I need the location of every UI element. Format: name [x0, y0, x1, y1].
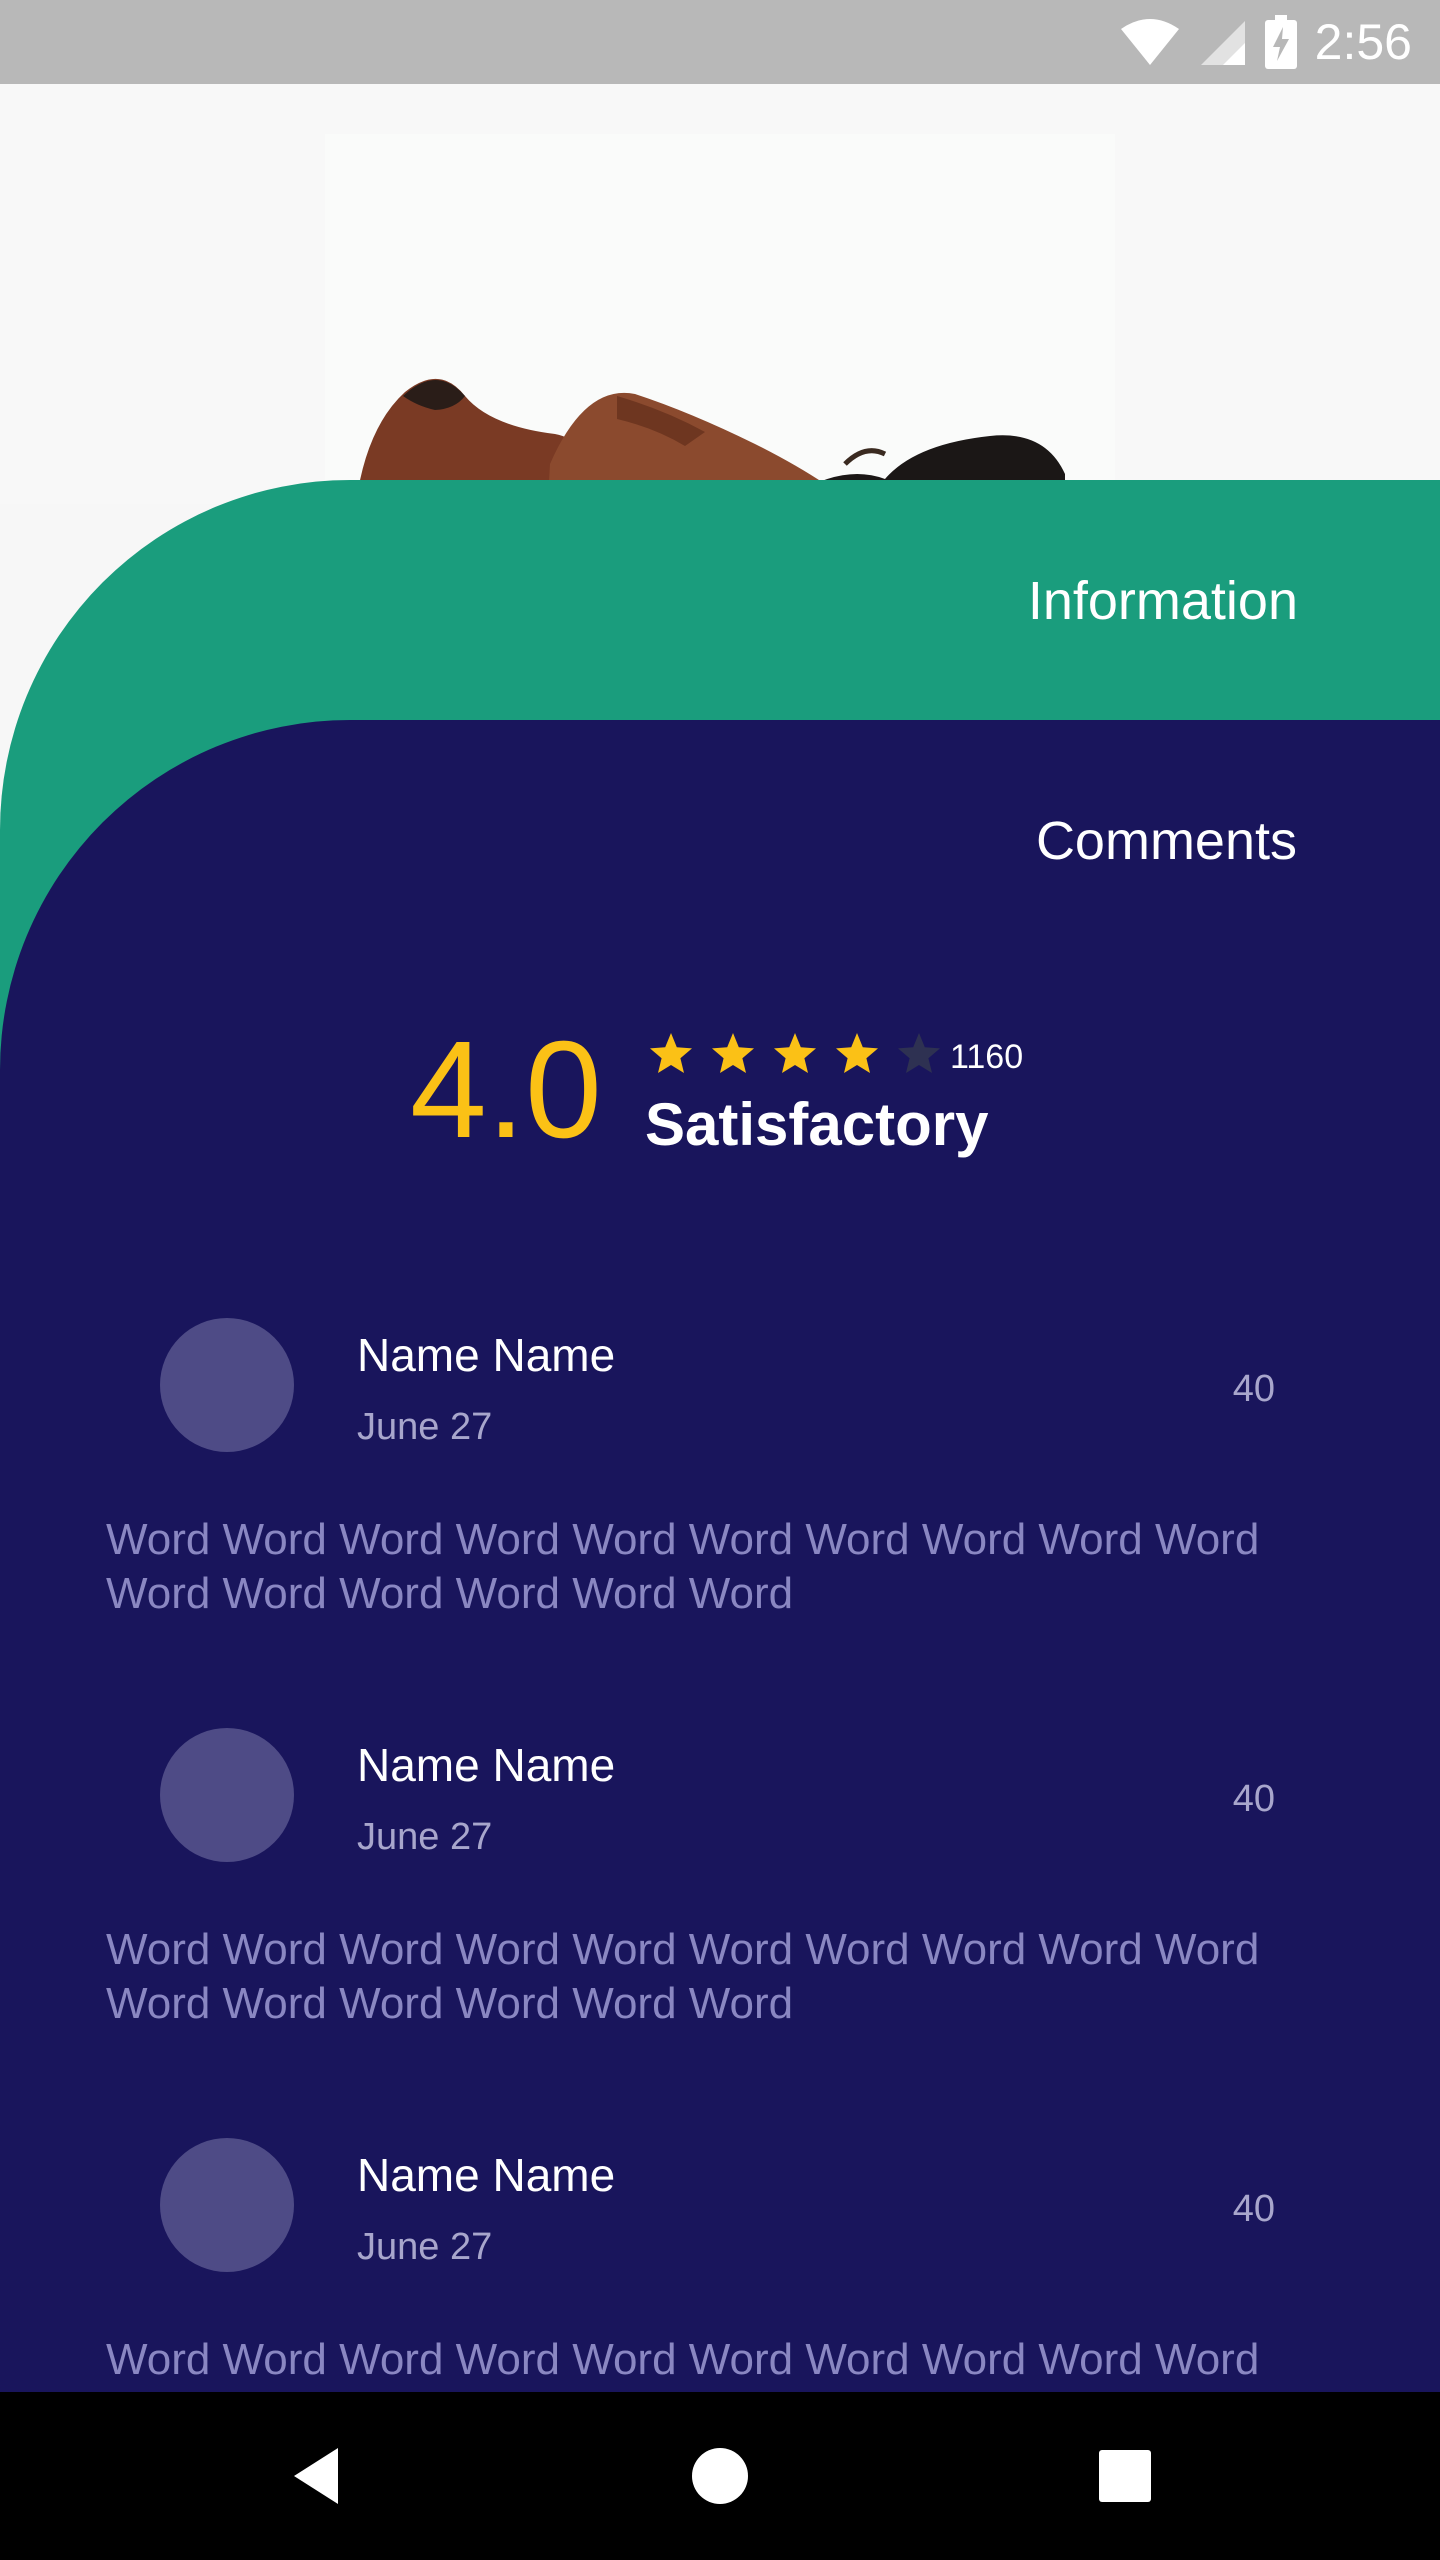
avatar — [160, 1318, 294, 1452]
comment-author-name: Name Name — [357, 1739, 616, 1791]
rating-stars — [646, 1030, 944, 1078]
tab-comments[interactable]: Comments — [1036, 810, 1297, 872]
comment-item[interactable]: Name Name June 27 40 Word Word Word Word… — [0, 1728, 1440, 2128]
product-card — [325, 134, 1115, 504]
comment-date: June 27 — [357, 1816, 493, 1858]
product-shoes-image — [355, 378, 1065, 504]
navigation-bar — [0, 2392, 1440, 2560]
avatar — [160, 1728, 294, 1862]
status-icons: 2:56 — [1119, 10, 1412, 74]
rating-count: 1160 — [950, 1038, 1024, 1076]
comment-date: June 27 — [357, 1406, 493, 1448]
signal-icon — [1200, 21, 1245, 65]
tab-information[interactable]: Information — [1028, 570, 1298, 632]
wifi-icon — [1120, 19, 1179, 65]
comment-text: Word Word Word Word Word Word Word Word … — [106, 1515, 1260, 1618]
star-filled-icon — [836, 1033, 878, 1073]
comment-count: 40 — [1232, 1368, 1275, 1410]
star-filled-icon — [712, 1033, 754, 1073]
comment-author-name: Name Name — [357, 1329, 616, 1381]
star-filled-icon — [774, 1033, 816, 1073]
star-empty-icon — [898, 1033, 940, 1073]
status-time: 2:56 — [1314, 14, 1412, 70]
comment-item[interactable]: Name Name June 27 40 Word Word Word Word… — [0, 1318, 1440, 1718]
comment-text: Word Word Word Word Word Word Word Word … — [106, 1925, 1260, 2028]
star-filled-icon — [650, 1033, 692, 1073]
home-icon[interactable] — [678, 2434, 762, 2518]
rating-score: 4.0 — [410, 1013, 602, 1167]
status-bar: 2:56 — [0, 0, 1440, 84]
back-icon[interactable] — [276, 2434, 360, 2518]
comment-text: Word Word Word Word Word Word Word Word … — [106, 2335, 1260, 2384]
rating-label: Satisfactory — [645, 1091, 989, 1158]
battery-charging-icon — [1264, 15, 1297, 69]
comment-count: 40 — [1232, 1778, 1275, 1820]
product-image-area — [0, 84, 1440, 504]
comment-author-name: Name Name — [357, 2149, 616, 2201]
comment-date: June 27 — [357, 2226, 493, 2268]
avatar — [160, 2138, 294, 2272]
comment-count: 40 — [1232, 2188, 1275, 2230]
recents-icon[interactable] — [1083, 2434, 1167, 2518]
